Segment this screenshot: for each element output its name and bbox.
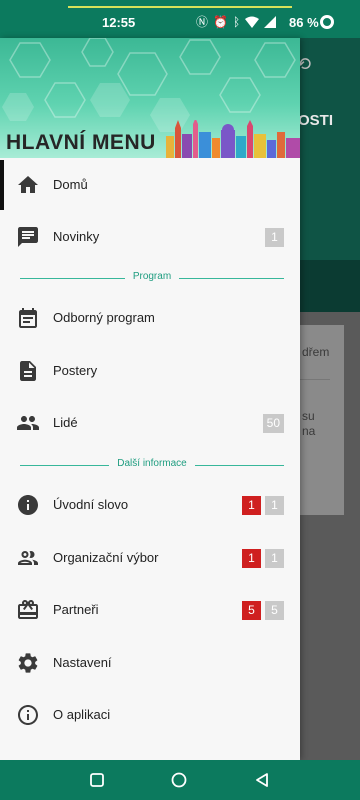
home-button[interactable] [171,772,187,788]
back-button[interactable] [254,772,270,788]
menu-item-settings[interactable]: Nastavení [0,638,300,688]
info-outline-icon [18,705,38,725]
total-count-badge: 1 [265,496,284,515]
total-count-badge: 5 [265,601,284,620]
status-accent-line [68,6,292,8]
menu-item-program[interactable]: Odborný program [0,293,300,343]
background-card-divider [300,379,330,380]
menu-item-about[interactable]: O aplikaci [0,690,300,740]
gift-card-icon [18,600,38,619]
status-time: 12:55 [102,15,136,30]
bluetooth-icon: ᛒ [232,14,241,29]
signal-icon [264,15,277,28]
drawer-header: HLAVNÍ MENU [0,38,300,158]
wifi-icon [245,16,260,28]
background-card: dřem su na [300,325,344,515]
battery-ring-icon [320,15,334,29]
menu-item-news[interactable]: Novinky 1 [0,212,300,262]
nfc-icon: Ⓝ [196,15,209,29]
info-icon [18,495,38,515]
status-icons: Ⓝ ⏰ ᛒ [196,13,277,30]
calendar-icon [19,308,37,328]
unread-count-badge: 1 [265,228,284,247]
home-icon [18,176,38,193]
status-bar: 12:55 Ⓝ ⏰ ᛒ 86 % [0,0,360,38]
menu-item-committee[interactable]: Organizační výbor 1 1 [0,533,300,583]
alarm-icon: ⏰ [213,14,228,29]
menu-item-people[interactable]: Lidé 50 [0,398,300,448]
people-icon [17,416,39,430]
background-title: OSTI [298,112,334,129]
menu-item-label: Nastavení [53,655,112,670]
people-outline-icon [18,551,38,565]
menu-item-label: Novinky [53,229,100,244]
new-count-badge: 5 [242,601,261,620]
people-count-badge: 50 [262,414,284,433]
document-icon [20,361,36,381]
menu-item-label: Organizační výbor [53,550,159,565]
system-nav-bar [0,760,360,800]
menu-item-label: Lidé [53,415,78,430]
menu-item-welcome[interactable]: Úvodní slovo 1 1 [0,480,300,530]
gear-icon [18,653,38,673]
battery-level: 86 % [289,15,319,30]
menu-item-label: Domů [53,177,88,192]
chat-icon [18,227,38,247]
menu-item-label: Úvodní slovo [53,497,129,512]
menu-item-home[interactable]: Domů [0,160,300,210]
section-title: Program [124,271,180,282]
drawer-title: HLAVNÍ MENU [6,131,156,154]
section-title: Další informace [109,458,195,469]
menu-item-label: Odborný program [53,310,155,325]
background-card-text-1: dřem [302,345,330,359]
menu-item-posters[interactable]: Postery [0,346,300,396]
recents-button[interactable] [89,772,105,788]
navigation-drawer: HLAVNÍ MENU Domů Novinky 1 Program Odbor… [0,38,300,760]
section-header-more-info: Další informace [20,458,284,472]
new-count-badge: 1 [242,549,261,568]
menu-item-label: O aplikaci [53,707,111,722]
background-card-text-2: su na [302,409,316,438]
menu-item-partners[interactable]: Partneři 5 5 [0,585,300,635]
menu-item-label: Postery [53,363,98,378]
new-count-badge: 1 [242,496,261,515]
section-header-program: Program [20,271,284,285]
total-count-badge: 1 [265,549,284,568]
city-skyline-logo [166,120,300,158]
menu-item-label: Partneři [53,602,99,617]
